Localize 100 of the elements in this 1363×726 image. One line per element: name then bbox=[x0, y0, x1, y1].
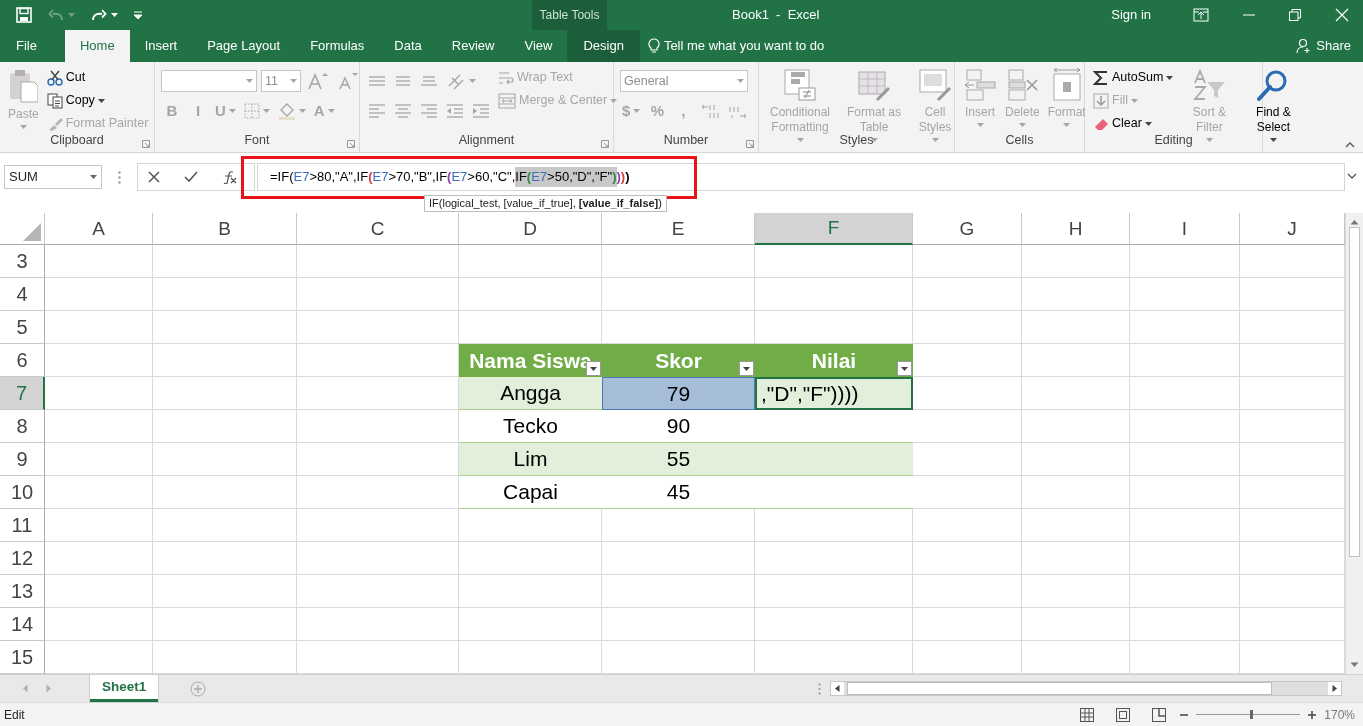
add-sheet-icon[interactable] bbox=[190, 680, 207, 697]
column-header[interactable]: F bbox=[755, 213, 913, 245]
row-header[interactable]: 8 bbox=[0, 410, 45, 443]
column-header[interactable]: G bbox=[913, 213, 1022, 245]
editing-cell[interactable]: ,"D","F")))) bbox=[755, 377, 913, 410]
slider-thumb[interactable] bbox=[1250, 710, 1254, 719]
ribbon-tab[interactable]: Insert bbox=[129, 30, 193, 62]
row-header[interactable]: 9 bbox=[0, 443, 45, 476]
row-header[interactable]: 5 bbox=[0, 311, 45, 344]
sheet-tab[interactable]: Sheet1 bbox=[90, 675, 159, 702]
horizontal-scrollbar[interactable] bbox=[830, 681, 1343, 696]
caret-icon bbox=[1130, 98, 1138, 103]
page-break-icon[interactable] bbox=[1152, 707, 1167, 722]
dialog-launcher-icon[interactable] bbox=[601, 140, 609, 148]
fill-down-icon bbox=[1093, 92, 1109, 109]
indent-increase-icon bbox=[472, 103, 490, 119]
save-icon[interactable] bbox=[16, 7, 32, 23]
ribbon-tab[interactable]: Formulas bbox=[295, 30, 380, 62]
zoom-level[interactable]: 170% bbox=[1324, 705, 1355, 724]
function-icon[interactable] bbox=[222, 170, 238, 184]
person-add-icon[interactable] bbox=[1296, 38, 1313, 54]
column-header[interactable]: J bbox=[1240, 213, 1345, 245]
scroll-thumb[interactable] bbox=[847, 682, 1273, 695]
check-icon[interactable] bbox=[184, 171, 198, 183]
row-header[interactable]: 11 bbox=[0, 509, 45, 542]
ribbon-tab[interactable]: Design bbox=[567, 30, 640, 62]
scroll-thumb[interactable] bbox=[1349, 227, 1360, 557]
decimal-increase-icon bbox=[700, 103, 721, 119]
row-header[interactable]: 4 bbox=[0, 278, 45, 311]
filter-dropdown-icon[interactable] bbox=[897, 361, 912, 376]
expand-icon[interactable] bbox=[1347, 173, 1357, 179]
filter-dropdown-icon[interactable] bbox=[739, 361, 754, 376]
restore-icon[interactable] bbox=[1289, 9, 1301, 21]
dialog-launcher-icon[interactable] bbox=[746, 140, 754, 148]
caret-icon bbox=[111, 13, 118, 17]
sign-in-link[interactable]: Sign in bbox=[1111, 5, 1151, 25]
ribbon-tab[interactable]: Page Layout bbox=[192, 30, 296, 62]
ribbon-tab[interactable]: View bbox=[509, 30, 568, 62]
caret-icon bbox=[290, 79, 297, 83]
grip-icon[interactable] bbox=[118, 170, 121, 184]
ribbon-tab[interactable]: Data bbox=[379, 30, 437, 62]
sort-filter-icon bbox=[1192, 68, 1227, 102]
collapse-ribbon-icon[interactable] bbox=[1345, 142, 1355, 148]
column-header[interactable]: B bbox=[153, 213, 297, 245]
scroll-up-icon[interactable] bbox=[1350, 219, 1359, 225]
row-header[interactable]: 12 bbox=[0, 542, 45, 575]
caret-icon bbox=[97, 98, 105, 103]
zoom-slider[interactable] bbox=[1196, 710, 1301, 719]
ribbon-button[interactable]: Cut bbox=[44, 66, 151, 89]
caret-icon bbox=[1269, 138, 1277, 142]
row-header[interactable]: 14 bbox=[0, 608, 45, 641]
scroll-down-icon[interactable] bbox=[1350, 662, 1359, 668]
column-header[interactable]: I bbox=[1130, 213, 1240, 245]
close-icon[interactable] bbox=[1335, 8, 1349, 22]
name-box[interactable]: SUM bbox=[4, 165, 102, 189]
ribbon-tab[interactable]: File bbox=[0, 30, 53, 62]
row-header[interactable]: 3 bbox=[0, 245, 45, 278]
ribbon-button[interactable]: Clear bbox=[1091, 112, 1176, 135]
column-header[interactable]: E bbox=[602, 213, 755, 245]
row-header[interactable]: 13 bbox=[0, 575, 45, 608]
caret-icon bbox=[298, 109, 306, 113]
row-header[interactable]: 10 bbox=[0, 476, 45, 509]
ribbon-display-icon[interactable] bbox=[1193, 8, 1209, 22]
caret-icon bbox=[228, 109, 236, 113]
column-header[interactable]: H bbox=[1022, 213, 1130, 245]
ribbon-tab[interactable]: Review bbox=[436, 30, 510, 62]
tell-me-box[interactable]: Tell me what you want to do bbox=[663, 36, 825, 56]
normal-view-icon[interactable] bbox=[1080, 707, 1095, 722]
column-header[interactable]: A bbox=[45, 213, 153, 245]
page-layout-icon[interactable] bbox=[1116, 707, 1131, 722]
cancel-icon[interactable] bbox=[148, 171, 160, 183]
share-button[interactable]: Share bbox=[1316, 36, 1351, 56]
undo-icon[interactable] bbox=[48, 8, 64, 22]
previous-sheet-icon[interactable] bbox=[22, 684, 28, 693]
context-label: Table Tools bbox=[532, 0, 607, 30]
insert-cells-icon bbox=[963, 68, 997, 102]
ribbon-button[interactable]: Find & Select bbox=[1243, 66, 1304, 142]
column-header[interactable]: D bbox=[459, 213, 602, 245]
ribbon-tab[interactable]: Home bbox=[64, 30, 130, 62]
vertical-scrollbar[interactable] bbox=[1345, 213, 1363, 674]
status-mode: Edit bbox=[3, 706, 25, 724]
next-sheet-icon[interactable] bbox=[46, 684, 52, 693]
table-cell: Capai bbox=[459, 476, 602, 509]
ribbon-button[interactable]: Copy bbox=[44, 89, 151, 112]
scroll-right-icon[interactable] bbox=[1328, 682, 1342, 695]
redo-icon[interactable] bbox=[91, 8, 107, 22]
scroll-left-icon[interactable] bbox=[831, 682, 845, 695]
customize-icon[interactable] bbox=[134, 11, 142, 19]
select-all-icon[interactable] bbox=[23, 223, 41, 241]
table-header: Skor bbox=[602, 344, 755, 377]
column-header[interactable]: C bbox=[297, 213, 459, 245]
ribbon-button[interactable]: AutoSum bbox=[1091, 66, 1176, 89]
group-label: Clipboard bbox=[50, 132, 104, 150]
caret-icon bbox=[19, 125, 27, 129]
row-header[interactable]: 7 bbox=[0, 377, 45, 410]
formula-field[interactable]: =IF(E7>80,"A",IF(E7>70,"B",IF(E7>60,"C",IF(E7>50,"D","F")))) bbox=[257, 163, 1345, 191]
dialog-launcher-icon[interactable] bbox=[347, 140, 355, 148]
grip-icon[interactable] bbox=[818, 682, 822, 695]
zoom-in-icon[interactable] bbox=[1308, 710, 1317, 719]
dialog-launcher-icon[interactable] bbox=[142, 140, 150, 148]
